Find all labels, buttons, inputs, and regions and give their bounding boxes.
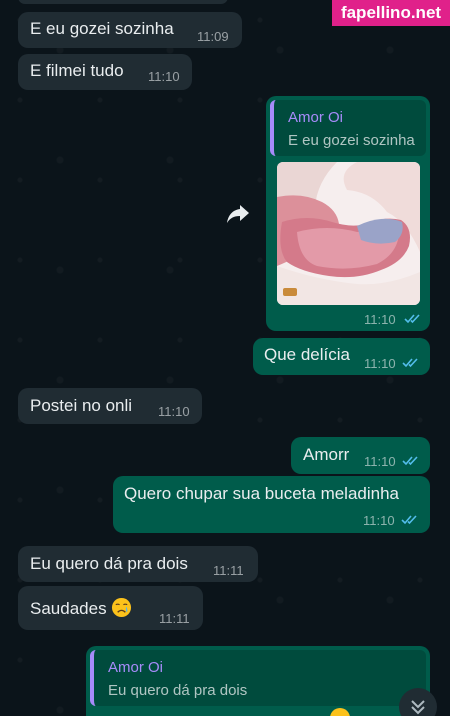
double-check-icon [404,314,420,324]
message-bubble-outgoing-reply[interactable]: Amor Oi Eu quero dá pra dois [86,646,430,716]
message-text: Saudades [30,597,132,619]
forward-icon[interactable] [223,198,253,228]
message-bubble-incoming[interactable]: Eu quero dá pra dois 11:11 [18,546,258,582]
message-time: 11:10 [158,404,190,419]
watermark-badge: fapellino.net [332,0,450,26]
message-time: 11:11 [159,611,190,626]
quoted-text: E eu gozei sozinha [288,132,415,149]
message-text: Quero chupar sua buceta meladinha [124,484,400,503]
quoted-author: Amor Oi [108,659,164,676]
message-time: 11:10 [363,513,395,528]
message-time: 11:10 [364,312,396,327]
message-time: 11:10 [148,69,180,84]
watermark-text: fapellino.net [340,3,442,22]
emoji-partial [330,708,350,716]
message-bubble-outgoing[interactable]: Que delícia 11:10 [253,338,430,375]
message-bubble-partial [18,0,228,4]
message-text: E filmei tudo [30,61,124,80]
message-bubble-outgoing[interactable]: Amorr 11:10 [291,437,430,474]
double-check-icon [402,456,418,466]
message-text: Que delícia [264,345,350,364]
message-text-content: Saudades [30,599,107,618]
quoted-message[interactable]: Amor Oi E eu gozei sozinha [270,100,426,156]
message-text: Eu quero dá pra dois [30,554,188,573]
message-time: 11:11 [213,563,244,578]
double-check-icon [402,358,418,368]
quoted-author: Amor Oi [288,109,344,126]
message-bubble-incoming[interactable]: Postei no onli 11:10 [18,388,202,424]
quoted-message[interactable]: Amor Oi Eu quero dá pra dois [90,650,426,706]
media-image[interactable] [277,162,420,305]
quoted-text: Eu quero dá pra dois [108,682,248,699]
message-text: E eu gozei sozinha [30,19,174,38]
message-bubble-incoming[interactable]: E eu gozei sozinha 11:09 [18,12,242,48]
message-text: Postei no onli [30,396,133,415]
chevron-double-down-icon [411,700,425,715]
crying-face-emoji [112,597,132,618]
message-time: 11:10 [364,454,396,469]
message-time: 11:10 [364,356,396,371]
message-bubble-outgoing-media[interactable]: Amor Oi E eu gozei sozinha 11:10 [266,96,430,331]
message-text: Amorr [303,445,350,464]
message-bubble-outgoing[interactable]: Quero chupar sua buceta meladinha 11:10 [113,476,430,533]
message-bubble-incoming[interactable]: E filmei tudo 11:10 [18,54,192,90]
double-check-icon [401,515,417,525]
message-time: 11:09 [197,29,229,44]
message-bubble-incoming[interactable]: Saudades 11:11 [18,586,203,630]
